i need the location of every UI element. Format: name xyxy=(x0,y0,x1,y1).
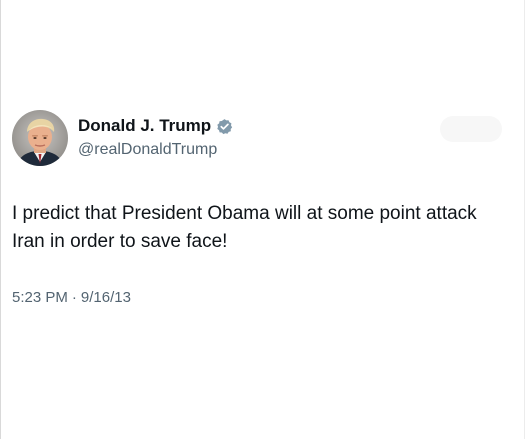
author-display-name[interactable]: Donald J. Trump xyxy=(78,115,211,137)
tweet-text: I predict that President Obama will at s… xyxy=(12,203,477,252)
follow-button-placeholder xyxy=(440,116,502,142)
author-identity: Donald J. Trump @realDonaldTrump xyxy=(78,115,233,161)
verified-badge-icon xyxy=(216,118,233,135)
name-row: Donald J. Trump xyxy=(78,115,233,137)
tweet-time: 5:23 PM xyxy=(12,289,68,306)
tweet-timestamp[interactable]: 5:23 PM · 9/16/13 xyxy=(12,288,131,308)
author-handle[interactable]: @realDonaldTrump xyxy=(78,139,233,161)
tweet-date: 9/16/13 xyxy=(80,289,131,306)
avatar[interactable] xyxy=(12,110,68,166)
timestamp-separator: · xyxy=(71,289,77,306)
tweet-card: Donald J. Trump @realDonaldTrump I predi… xyxy=(0,0,525,439)
tweet-header: Donald J. Trump @realDonaldTrump xyxy=(12,110,233,166)
avatar-image xyxy=(12,110,68,166)
